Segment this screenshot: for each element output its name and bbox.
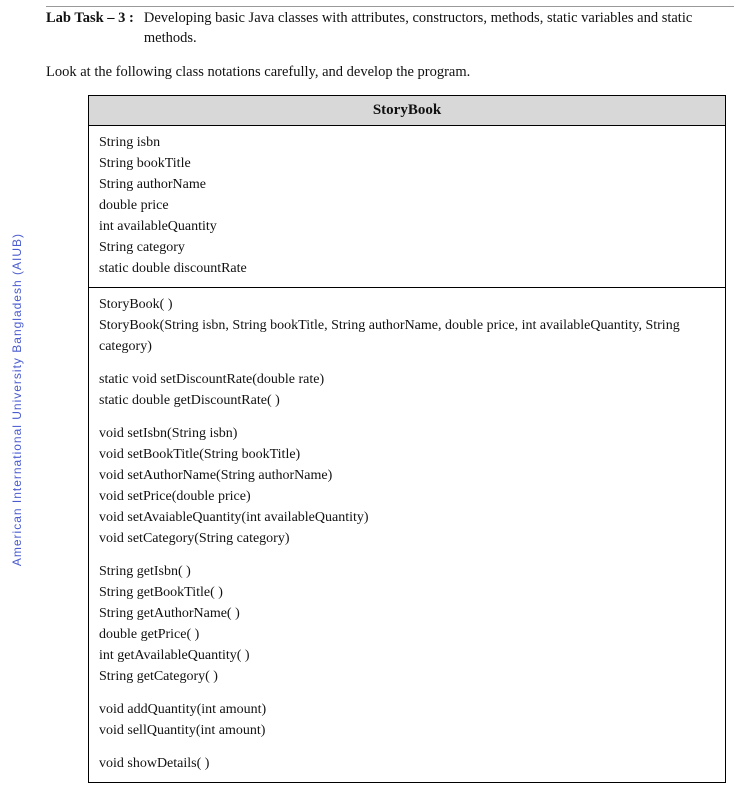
uml-method-line: StoryBook( ) (99, 294, 715, 315)
uml-static-methods-group: static void setDiscountRate(double rate)… (99, 369, 715, 411)
uml-attr-line: double price (99, 195, 715, 216)
uml-wrapper: StoryBook String isbn String bookTitle S… (46, 95, 734, 783)
uml-attr-line: int availableQuantity (99, 216, 715, 237)
uml-method-line: void setPrice(double price) (99, 486, 715, 507)
uml-class-diagram: StoryBook String isbn String bookTitle S… (88, 95, 726, 783)
uml-display-group: void showDetails( ) (99, 753, 715, 774)
uml-method-line: void showDetails( ) (99, 753, 715, 774)
uml-attributes-cell: String isbn String bookTitle String auth… (89, 126, 726, 288)
uml-method-line: String getCategory( ) (99, 666, 715, 687)
uml-method-line: StoryBook(String isbn, String bookTitle,… (99, 315, 715, 357)
uml-class-name: StoryBook (89, 96, 726, 126)
uml-setters-group: void setIsbn(String isbn) void setBookTi… (99, 423, 715, 549)
page-content: Lab Task – 3 : Developing basic Java cla… (0, 0, 752, 783)
uml-method-line: String getBookTitle( ) (99, 582, 715, 603)
uml-quantity-ops-group: void addQuantity(int amount) void sellQu… (99, 699, 715, 741)
uml-attr-line: String category (99, 237, 715, 258)
watermark-text: American International University Bangla… (10, 233, 24, 566)
uml-method-line: void sellQuantity(int amount) (99, 720, 715, 741)
uml-attr-line: String bookTitle (99, 153, 715, 174)
uml-attr-line: static double discountRate (99, 258, 715, 279)
uml-method-line: int getAvailableQuantity( ) (99, 645, 715, 666)
uml-attr-line: String isbn (99, 132, 715, 153)
uml-method-line: static double getDiscountRate( ) (99, 390, 715, 411)
uml-method-line: String getAuthorName( ) (99, 603, 715, 624)
uml-methods-cell: StoryBook( ) StoryBook(String isbn, Stri… (89, 288, 726, 783)
task-description: Developing basic Java classes with attri… (144, 9, 734, 48)
side-watermark: American International University Bangla… (8, 0, 26, 800)
uml-attr-line: String authorName (99, 174, 715, 195)
task-label: Lab Task – 3 : (46, 9, 134, 27)
uml-getters-group: String getIsbn( ) String getBookTitle( )… (99, 561, 715, 687)
uml-method-line: double getPrice( ) (99, 624, 715, 645)
uml-method-line: String getIsbn( ) (99, 561, 715, 582)
task-header: Lab Task – 3 : Developing basic Java cla… (46, 6, 734, 48)
uml-method-line: void setAuthorName(String authorName) (99, 465, 715, 486)
uml-method-line: void setAvaiableQuantity(int availableQu… (99, 507, 715, 528)
uml-method-line: void setIsbn(String isbn) (99, 423, 715, 444)
uml-constructors-group: StoryBook( ) StoryBook(String isbn, Stri… (99, 294, 715, 357)
instruction-text: Look at the following class notations ca… (46, 64, 734, 81)
uml-method-line: void setCategory(String category) (99, 528, 715, 549)
uml-method-line: static void setDiscountRate(double rate) (99, 369, 715, 390)
uml-method-line: void setBookTitle(String bookTitle) (99, 444, 715, 465)
uml-method-line: void addQuantity(int amount) (99, 699, 715, 720)
